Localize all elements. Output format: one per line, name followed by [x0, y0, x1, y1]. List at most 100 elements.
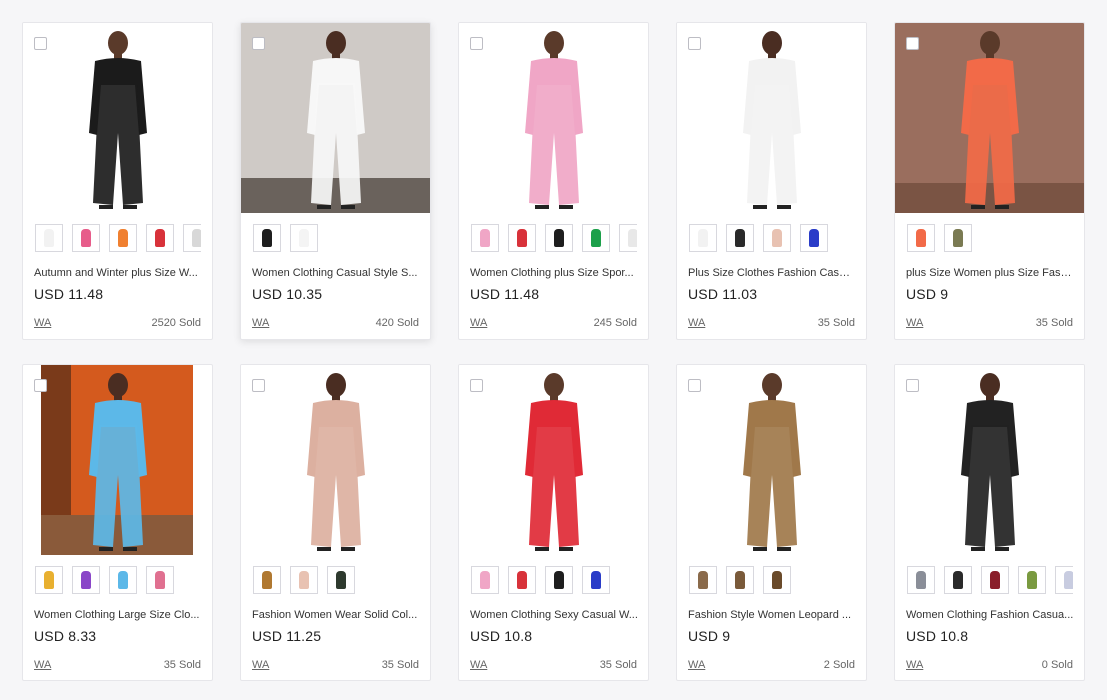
color-swatch[interactable]: [253, 224, 281, 252]
store-link[interactable]: WA: [470, 317, 487, 329]
product-card[interactable]: Plus Size Clothes Fashion Casua... USD 1…: [676, 22, 867, 340]
product-image[interactable]: [459, 23, 648, 213]
product-image[interactable]: [677, 365, 866, 555]
product-card[interactable]: Women Clothing Fashion Casua... USD 10.8…: [894, 364, 1085, 681]
product-card[interactable]: Fashion Women Wear Solid Col... USD 11.2…: [240, 364, 431, 681]
color-swatch[interactable]: [146, 224, 174, 252]
color-swatch[interactable]: [471, 224, 499, 252]
color-swatch[interactable]: [800, 224, 828, 252]
color-swatch[interactable]: [1055, 566, 1073, 594]
color-swatch[interactable]: [944, 224, 972, 252]
color-swatch[interactable]: [1018, 566, 1046, 594]
product-title[interactable]: Plus Size Clothes Fashion Casua...: [688, 267, 856, 279]
product-card[interactable]: Fashion Style Women Leopard ... USD 9 WA…: [676, 364, 867, 681]
product-price: USD 10.8: [906, 628, 969, 644]
color-swatch[interactable]: [290, 224, 318, 252]
product-image[interactable]: [23, 365, 212, 555]
store-link[interactable]: WA: [34, 659, 51, 671]
store-link[interactable]: WA: [34, 317, 51, 329]
color-swatch[interactable]: [253, 566, 281, 594]
sold-count: 2520 Sold: [151, 317, 201, 329]
color-swatch[interactable]: [545, 566, 573, 594]
store-link[interactable]: WA: [470, 659, 487, 671]
swatch-garment-icon: [698, 571, 708, 589]
color-swatch[interactable]: [146, 566, 174, 594]
color-swatch[interactable]: [471, 566, 499, 594]
color-swatch[interactable]: [763, 566, 791, 594]
color-swatch[interactable]: [689, 224, 717, 252]
product-title[interactable]: Women Clothing plus Size Spor...: [470, 267, 638, 279]
color-swatch[interactable]: [109, 224, 137, 252]
color-swatch[interactable]: [619, 224, 637, 252]
select-checkbox[interactable]: [34, 379, 47, 392]
product-image[interactable]: [677, 23, 866, 213]
swatch-garment-icon: [155, 229, 165, 247]
product-photo-icon: [459, 365, 648, 555]
product-image[interactable]: [895, 23, 1084, 213]
color-swatch[interactable]: [907, 224, 935, 252]
select-checkbox[interactable]: [688, 37, 701, 50]
select-checkbox[interactable]: [470, 379, 483, 392]
color-swatch[interactable]: [35, 566, 63, 594]
product-title[interactable]: Autumn and Winter plus Size W...: [34, 267, 202, 279]
select-checkbox[interactable]: [470, 37, 483, 50]
select-checkbox[interactable]: [252, 37, 265, 50]
select-checkbox[interactable]: [34, 37, 47, 50]
product-title[interactable]: Fashion Style Women Leopard ...: [688, 609, 856, 621]
store-link[interactable]: WA: [688, 317, 705, 329]
product-image[interactable]: [23, 23, 212, 213]
product-price: USD 10.8: [470, 628, 533, 644]
color-swatch[interactable]: [109, 566, 137, 594]
color-swatch[interactable]: [907, 566, 935, 594]
product-image[interactable]: [241, 365, 430, 555]
select-checkbox[interactable]: [252, 379, 265, 392]
product-title[interactable]: Women Clothing Sexy Casual W...: [470, 609, 638, 621]
color-swatch[interactable]: [183, 224, 201, 252]
select-checkbox[interactable]: [906, 37, 919, 50]
color-swatch[interactable]: [545, 224, 573, 252]
color-swatch[interactable]: [72, 566, 100, 594]
product-title[interactable]: Women Clothing Fashion Casua...: [906, 609, 1074, 621]
store-link[interactable]: WA: [906, 317, 923, 329]
store-link[interactable]: WA: [252, 317, 269, 329]
color-swatch[interactable]: [327, 566, 355, 594]
product-title[interactable]: plus Size Women plus Size Fash...: [906, 267, 1074, 279]
store-link[interactable]: WA: [906, 659, 923, 671]
select-checkbox[interactable]: [906, 379, 919, 392]
select-checkbox[interactable]: [688, 379, 701, 392]
color-swatch[interactable]: [944, 566, 972, 594]
product-photo-icon: [677, 365, 866, 555]
color-swatch[interactable]: [35, 224, 63, 252]
card-footer: WA 245 Sold: [470, 317, 637, 329]
color-swatch[interactable]: [582, 566, 610, 594]
product-title[interactable]: Women Clothing Casual Style S...: [252, 267, 420, 279]
color-swatch[interactable]: [726, 566, 754, 594]
color-swatch[interactable]: [582, 224, 610, 252]
product-image[interactable]: [459, 365, 648, 555]
product-price: USD 11.03: [688, 286, 758, 302]
product-card[interactable]: Women Clothing Casual Style S... USD 10.…: [240, 22, 431, 340]
product-card[interactable]: Women Clothing Sexy Casual W... USD 10.8…: [458, 364, 649, 681]
product-card[interactable]: Women Clothing Large Size Clo... USD 8.3…: [22, 364, 213, 681]
swatch-garment-icon: [299, 571, 309, 589]
color-swatch[interactable]: [689, 566, 717, 594]
color-swatch[interactable]: [763, 224, 791, 252]
product-image[interactable]: [241, 23, 430, 213]
product-title[interactable]: Women Clothing Large Size Clo...: [34, 609, 202, 621]
color-swatch[interactable]: [508, 566, 536, 594]
product-image[interactable]: [895, 365, 1084, 555]
color-swatches: [907, 566, 1073, 594]
color-swatches: [35, 224, 201, 252]
product-title[interactable]: Fashion Women Wear Solid Col...: [252, 609, 420, 621]
product-card[interactable]: Women Clothing plus Size Spor... USD 11.…: [458, 22, 649, 340]
product-card[interactable]: plus Size Women plus Size Fash... USD 9 …: [894, 22, 1085, 340]
color-swatch[interactable]: [72, 224, 100, 252]
color-swatch[interactable]: [290, 566, 318, 594]
color-swatch[interactable]: [981, 566, 1009, 594]
product-grid: Autumn and Winter plus Size W... USD 11.…: [22, 22, 1085, 681]
product-card[interactable]: Autumn and Winter plus Size W... USD 11.…: [22, 22, 213, 340]
store-link[interactable]: WA: [252, 659, 269, 671]
store-link[interactable]: WA: [688, 659, 705, 671]
color-swatch[interactable]: [508, 224, 536, 252]
color-swatch[interactable]: [726, 224, 754, 252]
